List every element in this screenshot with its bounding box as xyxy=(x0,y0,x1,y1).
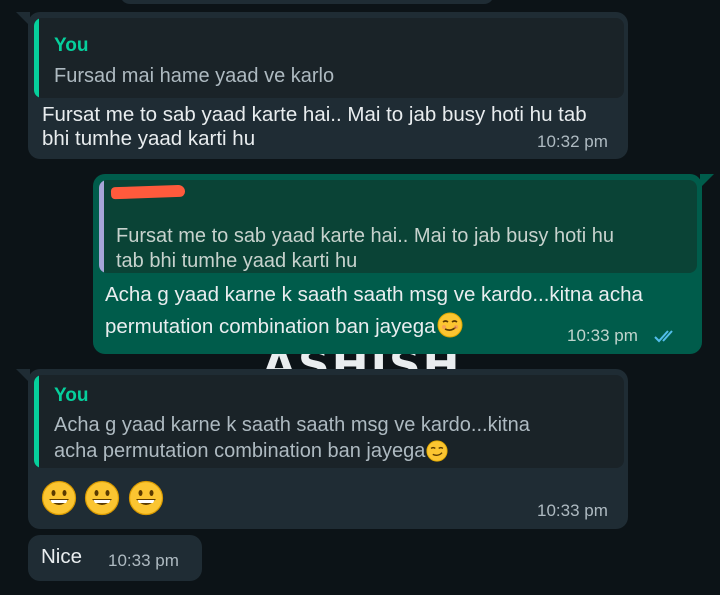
incoming-message-4[interactable]: Nice 10:33 pm xyxy=(28,535,202,581)
quoted-message[interactable]: You Fursad mai hame yaad ve karlo xyxy=(34,18,624,98)
grinning-face-icon xyxy=(41,480,77,516)
quote-text-line: Acha g yaad karne k saath saath msg ve k… xyxy=(54,414,530,436)
quote-bar xyxy=(34,18,39,98)
quote-text: Fursad mai hame yaad ve karlo xyxy=(54,65,335,87)
quoted-message[interactable]: You Acha g yaad karne k saath saath msg … xyxy=(34,375,624,468)
bubble-tail xyxy=(700,174,714,188)
outgoing-message-2[interactable]: Fursat me to sab yaad karte hai.. Mai to… xyxy=(93,174,714,354)
message-text: Nice xyxy=(41,545,83,568)
quote-author: You xyxy=(54,385,89,406)
previous-message-edge xyxy=(120,0,494,4)
quote-author: You xyxy=(54,35,89,56)
emoji-row xyxy=(41,480,167,521)
message-time: 10:32 pm xyxy=(537,132,608,151)
quote-bar xyxy=(34,375,39,468)
message-text-line: Acha g yaad karne k saath saath msg ve k… xyxy=(105,283,643,306)
quote-text-line: tab bhi tumhe yaad karti hu xyxy=(116,250,358,272)
bubble-tail xyxy=(16,369,30,383)
message-time: 10:33 pm xyxy=(537,501,608,520)
quote-text: acha permutation combination ban jayega xyxy=(54,440,426,462)
quoted-message[interactable]: Fursat me to sab yaad karte hai.. Mai to… xyxy=(99,180,697,273)
message-text: permutation combination ban jayega xyxy=(105,315,436,338)
quote-bar xyxy=(99,180,104,273)
redacted-quote-author xyxy=(110,184,186,200)
message-text-line: bhi tumhe yaad karti hu xyxy=(42,127,256,150)
quote-text-line: acha permutation combination ban jayega xyxy=(54,437,448,465)
bubble-tail xyxy=(16,12,30,26)
smirk-emoji-icon xyxy=(437,312,462,338)
incoming-message-1[interactable]: You Fursad mai hame yaad ve karlo Fursat… xyxy=(16,12,628,159)
message-time: 10:33 pm xyxy=(108,551,179,570)
grinning-face-icon xyxy=(85,480,120,516)
message-text-line: permutation combination ban jayega xyxy=(105,312,463,342)
double-check-read-icon xyxy=(654,330,673,343)
message-time: 10:33 pm xyxy=(567,326,638,345)
quote-text-line: Fursat me to sab yaad karte hai.. Mai to… xyxy=(116,225,615,247)
smirk-emoji-icon xyxy=(426,440,448,462)
grinning-face-icon xyxy=(128,480,164,516)
